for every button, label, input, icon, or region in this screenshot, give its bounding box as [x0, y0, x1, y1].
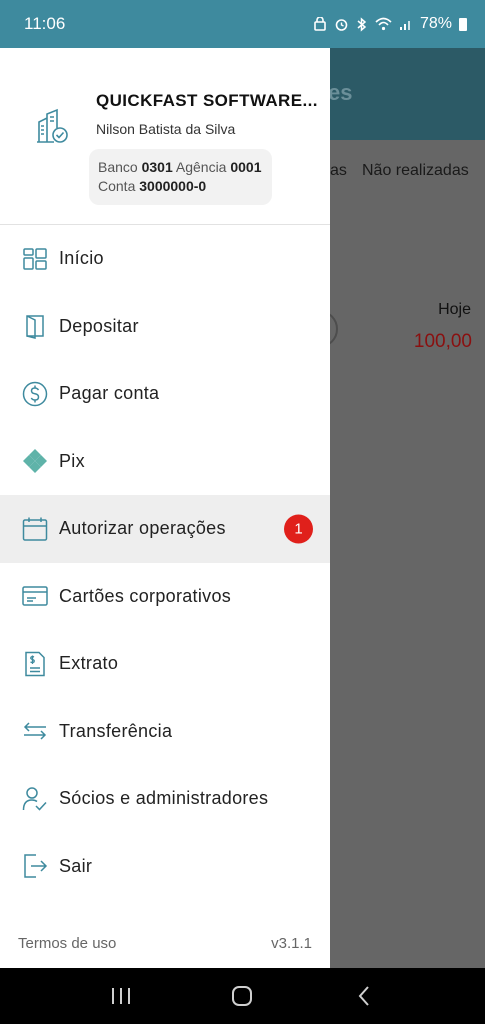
- background-title: es: [328, 80, 353, 105]
- card-icon: [22, 583, 48, 609]
- battery-level: 78%: [419, 15, 452, 32]
- app-version: v3.1.1: [271, 934, 312, 952]
- tab-not-done: Não realizadas: [362, 162, 469, 179]
- account-value: 3000000-0: [139, 178, 207, 194]
- agency-label: Agência: [175, 159, 227, 175]
- wifi-icon: [375, 17, 392, 31]
- profile-header: QUICKFAST SOFTWARE... Nilson Batista da …: [0, 48, 330, 225]
- menu-item-transferencia[interactable]: Transferência: [0, 698, 330, 766]
- dollar-circle-icon: [22, 381, 48, 407]
- bank-value: 0301: [141, 159, 173, 175]
- menu-item-pagar-conta[interactable]: Pagar conta: [0, 360, 330, 428]
- home-button[interactable]: [222, 976, 262, 1016]
- company-name: QUICKFAST SOFTWARE...: [96, 91, 318, 110]
- recent-apps-button[interactable]: [101, 976, 141, 1016]
- menu-label: Cartões corporativos: [59, 585, 232, 606]
- bluetooth-icon: [357, 16, 367, 32]
- today-label: Hoje: [438, 301, 471, 318]
- battery-icon: [459, 17, 467, 31]
- menu-item-autorizar-operacoes[interactable]: Autorizar operações 1: [0, 495, 330, 563]
- menu-label: Transferência: [59, 720, 173, 741]
- menu-item-inicio[interactable]: Início: [0, 225, 330, 293]
- statement-icon: [22, 651, 48, 677]
- menu-label: Pagar conta: [59, 383, 160, 404]
- menu-label: Sair: [59, 855, 93, 876]
- agency-value: 0001: [230, 159, 262, 175]
- lock-notification-icon: [314, 17, 326, 31]
- status-bar: 11:06 78%: [0, 0, 485, 48]
- drawer-footer: Termos de uso v3.1.1: [0, 918, 330, 968]
- recent-apps-icon: [111, 988, 130, 1004]
- account-label: Conta: [98, 178, 136, 194]
- status-time: 11:06: [24, 14, 66, 33]
- menu-item-socios-administradores[interactable]: Sócios e administradores: [0, 765, 330, 833]
- menu-item-extrato[interactable]: Extrato: [0, 630, 330, 698]
- back-icon: [358, 986, 369, 1006]
- terms-link[interactable]: Termos de uso: [18, 935, 116, 952]
- tab-partial: as: [330, 162, 347, 179]
- logout-icon: [22, 853, 48, 879]
- bank-label: Banco: [98, 159, 138, 175]
- navigation-drawer: QUICKFAST SOFTWARE... Nilson Batista da …: [0, 48, 330, 968]
- deposit-icon: [22, 313, 48, 340]
- status-icons: 78%: [313, 15, 467, 33]
- menu-label: Autorizar operações: [59, 518, 226, 539]
- notification-badge: 1: [284, 514, 313, 544]
- home-icon: [232, 986, 253, 1006]
- transfer-icon: [22, 718, 48, 744]
- menu-label: Início: [59, 248, 104, 269]
- signal-icon: [399, 21, 410, 30]
- system-navigation-bar: [0, 968, 485, 1024]
- bank-info-box: Banco 0301 Agência 0001 Conta 3000000-0: [89, 149, 272, 205]
- company-building-icon: [37, 108, 68, 143]
- calendar-icon: [22, 516, 48, 542]
- alarm-icon: [335, 18, 348, 31]
- menu-item-sair[interactable]: Sair: [0, 833, 330, 901]
- menu-label: Sócios e administradores: [59, 788, 269, 809]
- pix-icon: [22, 448, 48, 474]
- menu-item-pix[interactable]: Pix: [0, 428, 330, 496]
- back-button[interactable]: [344, 976, 384, 1016]
- today-amount: 100,00: [413, 331, 472, 352]
- user-name: Nilson Batista da Silva: [96, 121, 236, 137]
- drawer-menu: Início Depositar Pagar conta Pix Autoriz…: [0, 225, 330, 900]
- menu-item-depositar[interactable]: Depositar: [0, 293, 330, 361]
- grid-icon: [22, 246, 48, 272]
- menu-label: Depositar: [59, 315, 139, 336]
- partners-icon: [22, 786, 48, 812]
- menu-label: Extrato: [59, 653, 119, 674]
- menu-label: Pix: [59, 450, 85, 471]
- menu-item-cartoes-corporativos[interactable]: Cartões corporativos: [0, 563, 330, 631]
